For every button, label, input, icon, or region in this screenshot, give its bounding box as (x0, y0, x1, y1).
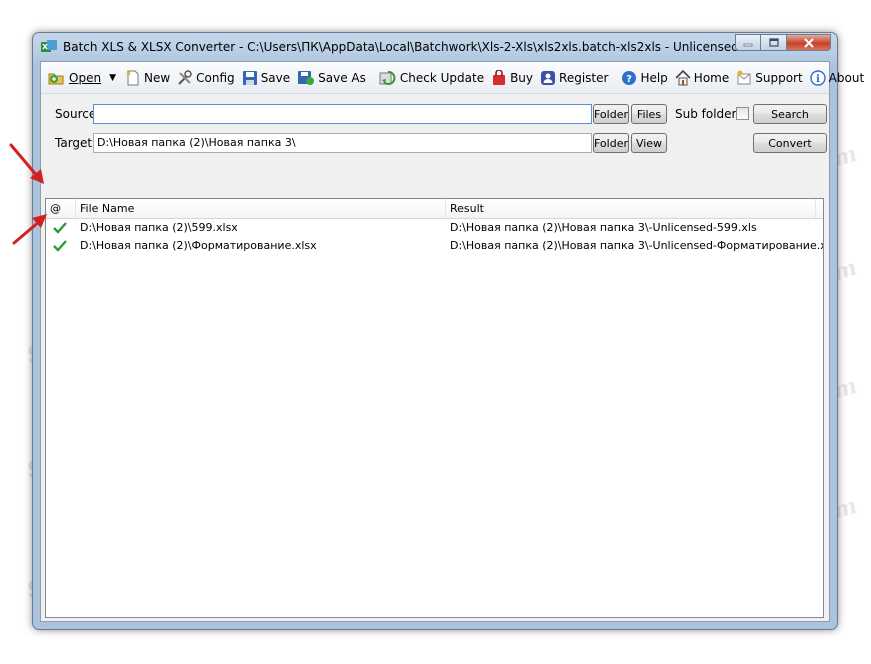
new-label: New (143, 70, 171, 85)
support-button[interactable]: Support (733, 66, 805, 90)
config-button[interactable]: Config (174, 66, 238, 90)
support-icon (737, 70, 751, 84)
success-check-icon (53, 222, 67, 234)
about-button[interactable]: i About (807, 66, 867, 90)
success-check-icon (53, 240, 67, 252)
check-update-button[interactable]: Check Update (376, 66, 487, 90)
convert-button[interactable]: Convert (753, 133, 827, 153)
check-update-label: Check Update (399, 70, 485, 85)
column-status[interactable]: @ (46, 199, 76, 218)
target-folder-button[interactable]: Folder (593, 133, 629, 153)
subfolders-checkbox[interactable] (736, 107, 749, 120)
main-window: Batch XLS & XLSX Converter - C:\Users\ПК… (32, 32, 864, 630)
search-button[interactable]: Search (753, 104, 827, 124)
buy-label: Buy (510, 70, 534, 85)
home-label: Home (693, 70, 730, 85)
source-input[interactable] (93, 104, 592, 124)
file-name-cell: D:\Новая папка (2)\Форматирование.xlsx (80, 239, 317, 252)
result-cell: D:\Новая папка (2)\Новая папка 3\-Unlice… (450, 239, 824, 252)
save-disk-icon (242, 70, 257, 85)
shopping-bag-icon (493, 69, 506, 85)
update-icon (379, 70, 396, 85)
help-button[interactable]: ? Help (618, 66, 670, 90)
window-title: Batch XLS & XLSX Converter - C:\Users\ПК… (63, 40, 739, 54)
new-document-icon (126, 70, 139, 85)
help-label: Help (640, 70, 668, 85)
register-label: Register (559, 70, 609, 85)
save-as-button[interactable]: Save As (294, 66, 369, 90)
open-button[interactable]: Open (45, 66, 104, 90)
column-result[interactable]: Result (446, 199, 816, 218)
table-header: @ File Name Result (46, 199, 823, 219)
tools-icon (178, 69, 192, 85)
save-as-label: Save As (318, 70, 366, 85)
toolbar: Open ▼ New Config Save Save As Check Upd… (41, 62, 864, 94)
open-folder-icon (48, 73, 64, 84)
help-icon: ? (622, 70, 637, 85)
window-controls (735, 34, 831, 53)
app-icon (41, 40, 57, 52)
save-as-icon (298, 70, 315, 85)
table-row[interactable]: D:\Новая папка (2)\599.xlsx D:\Новая пап… (46, 219, 823, 237)
about-label: About (828, 70, 865, 85)
view-button[interactable]: View (631, 133, 667, 153)
open-label: Open (69, 70, 102, 85)
save-label: Save (260, 70, 291, 85)
register-button[interactable]: Register (537, 66, 611, 90)
maximize-button[interactable] (761, 34, 787, 51)
results-table: @ File Name Result D:\Новая папка (2)\59… (45, 198, 824, 618)
svg-text:i: i (816, 74, 820, 85)
file-name-cell: D:\Новая папка (2)\599.xlsx (80, 221, 238, 234)
buy-button[interactable]: Buy (488, 66, 536, 90)
home-icon (675, 69, 691, 85)
info-icon: i (809, 69, 826, 86)
subfolders-label: Sub folders (675, 107, 743, 121)
target-input[interactable]: D:\Новая папка (2)\Новая папка 3\ (93, 133, 592, 153)
save-button[interactable]: Save (239, 66, 293, 90)
close-icon (803, 37, 814, 48)
maximize-icon (768, 38, 779, 47)
column-file-name[interactable]: File Name (76, 199, 446, 218)
support-label: Support (755, 70, 803, 85)
source-folder-button[interactable]: Folder (593, 104, 629, 124)
svg-text:?: ? (627, 74, 633, 85)
config-label: Config (196, 70, 235, 85)
register-user-icon (541, 70, 556, 85)
table-row[interactable]: D:\Новая папка (2)\Форматирование.xlsx D… (46, 237, 823, 255)
close-button[interactable] (787, 34, 831, 51)
home-button[interactable]: Home (672, 66, 732, 90)
open-dropdown-arrow[interactable]: ▼ (109, 73, 116, 83)
minimize-icon (743, 43, 753, 46)
result-cell: D:\Новая папка (2)\Новая папка 3\-Unlice… (450, 221, 757, 234)
source-files-button[interactable]: Files (631, 104, 667, 124)
source-label: Source (55, 107, 97, 121)
client-area: Open ▼ New Config Save Save As Check Upd… (40, 61, 864, 622)
title-bar[interactable]: Batch XLS & XLSX Converter - C:\Users\ПК… (33, 33, 837, 61)
new-button[interactable]: New (122, 66, 173, 90)
target-label: Target (55, 136, 93, 150)
minimize-button[interactable] (735, 34, 761, 51)
